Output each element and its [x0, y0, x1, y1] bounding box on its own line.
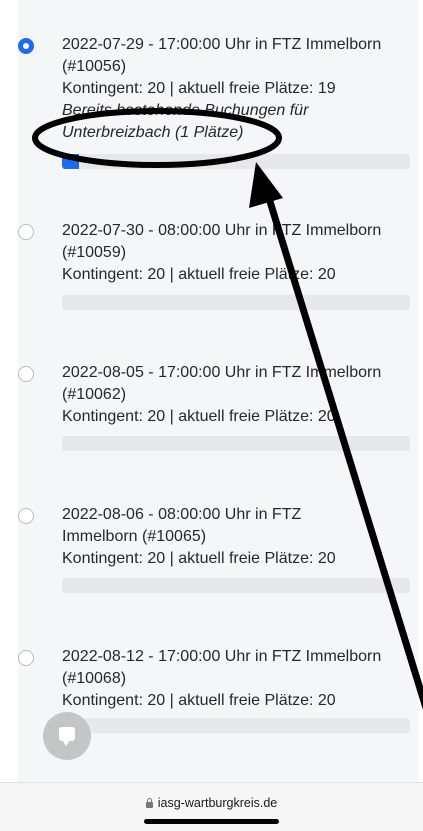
url-display[interactable]: iasg-wartburgkreis.de: [0, 796, 423, 810]
browser-address-bar[interactable]: iasg-wartburgkreis.de: [0, 782, 423, 831]
slot-capacity: Kontingent: 20 | aktuell freie Plätze: 1…: [62, 80, 336, 97]
slot-title-line: 2022-08-05 - 17:00:00 Uhr in FTZ Immelbo…: [62, 364, 382, 381]
slot-title-line: (#10059): [62, 244, 127, 261]
slot-text: 2022-07-29 - 17:00:00 Uhr in FTZ Immelbo…: [62, 34, 418, 144]
slot-title-line: (#10062): [62, 386, 127, 403]
slot-capacity: Kontingent: 20 | aktuell freie Plätze: 2…: [62, 408, 336, 425]
slot-title-line: (#10056): [62, 58, 127, 75]
capacity-progress-bar: [62, 578, 410, 593]
booking-line: Bereits bestehende Buchungen für: [62, 102, 309, 119]
radio-unselected[interactable]: [18, 366, 34, 382]
home-indicator: [144, 819, 279, 824]
slot-title-line: 2022-08-06 - 08:00:00 Uhr in FTZ: [62, 506, 302, 523]
capacity-progress-bar: [62, 295, 410, 310]
slot-title: 2022-08-12 - 17:00:00 Uhr in FTZ Immelbo…: [62, 646, 418, 690]
slot-capacity: Kontingent: 20 | aktuell freie Plätze: 2…: [62, 550, 336, 567]
slot-title-line: Immelborn (#10065): [62, 528, 207, 545]
radio-unselected[interactable]: [18, 224, 34, 240]
capacity-progress-bar: [62, 718, 410, 733]
slot-title-line: 2022-07-29 - 17:00:00 Uhr in FTZ Immelbo…: [62, 36, 382, 53]
slot-capacity: Kontingent: 20 | aktuell freie Plätze: 2…: [62, 266, 336, 283]
booking-line: Unterbreizbach (1 Plätze): [62, 124, 244, 141]
slot-title-line: 2022-07-30 - 08:00:00 Uhr in FTZ Immelbo…: [62, 222, 382, 239]
url-text: iasg-wartburgkreis.de: [157, 796, 278, 810]
capacity-progress-bar: [62, 436, 410, 451]
slot-text: 2022-08-12 - 17:00:00 Uhr in FTZ Immelbo…: [62, 646, 418, 712]
slot-text: 2022-08-05 - 17:00:00 Uhr in FTZ Immelbo…: [62, 362, 418, 428]
capacity-progress-fill: [62, 154, 80, 169]
slot-text: 2022-07-30 - 08:00:00 Uhr in FTZ Immelbo…: [62, 220, 418, 286]
slot-list: 2022-07-29 - 17:00:00 Uhr in FTZ Immelbo…: [18, 0, 418, 782]
slot-capacity: Kontingent: 20 | aktuell freie Plätze: 2…: [62, 692, 336, 709]
slot-title-line: 2022-08-12 - 17:00:00 Uhr in FTZ Immelbo…: [62, 648, 382, 665]
slot-title: 2022-08-06 - 08:00:00 Uhr in FTZ Immelbo…: [62, 504, 418, 548]
radio-unselected[interactable]: [18, 508, 34, 524]
lock-icon: [145, 798, 153, 808]
capacity-progress-bar: [62, 154, 410, 169]
slot-text: 2022-08-06 - 08:00:00 Uhr in FTZ Immelbo…: [62, 504, 418, 570]
slot-title-line: (#10068): [62, 670, 127, 687]
slot-title: 2022-07-30 - 08:00:00 Uhr in FTZ Immelbo…: [62, 220, 418, 264]
page: 2022-07-29 - 17:00:00 Uhr in FTZ Immelbo…: [0, 0, 423, 831]
radio-unselected[interactable]: [18, 650, 34, 666]
chat-bubble-icon: [59, 727, 75, 746]
slot-title: 2022-08-05 - 17:00:00 Uhr in FTZ Immelbo…: [62, 362, 418, 406]
radio-selected[interactable]: [18, 38, 34, 54]
chat-button[interactable]: [43, 712, 91, 760]
existing-bookings-note: Bereits bestehende Buchungen für Unterbr…: [62, 100, 418, 144]
slot-title: 2022-07-29 - 17:00:00 Uhr in FTZ Immelbo…: [62, 34, 418, 78]
